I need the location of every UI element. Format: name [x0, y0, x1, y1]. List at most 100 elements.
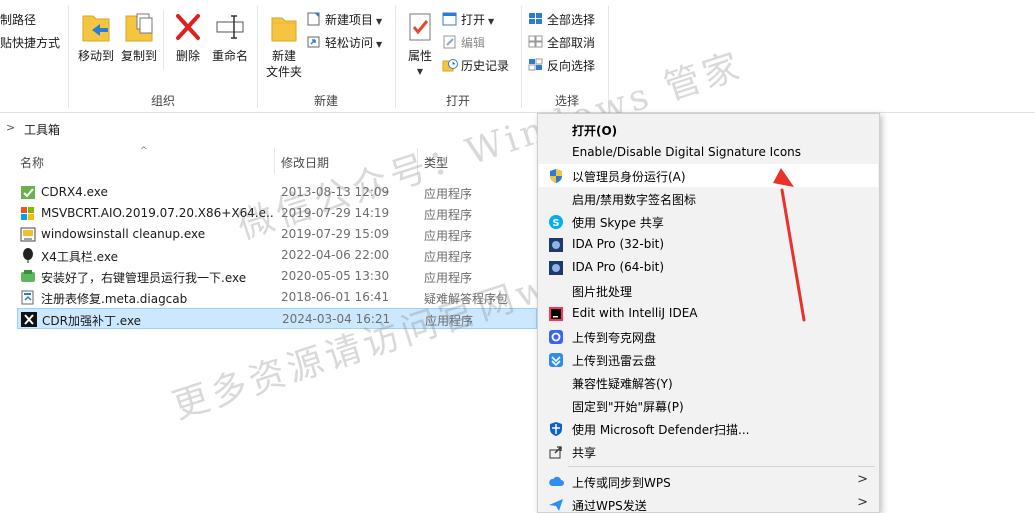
column-divider[interactable]	[274, 148, 275, 174]
menu-item-label: 通过WPS发送	[572, 499, 647, 513]
chevron-right-icon[interactable]: >	[6, 121, 15, 134]
table-row-selected[interactable]: CDR加强补丁.exe 2024-03-04 16:21 应用程序	[17, 308, 537, 329]
menu-item-label: 以管理员身份运行(A)	[572, 170, 686, 184]
file-date: 2013-08-13 12:09	[281, 185, 390, 199]
column-type[interactable]: 类型	[424, 154, 448, 171]
select-none-button[interactable]: 全部取消	[528, 33, 595, 53]
svg-text:S: S	[552, 218, 559, 229]
file-date: 2019-07-29 14:19	[281, 206, 390, 220]
select-none-icon	[528, 35, 544, 49]
menu-item-label: 固定到"开始"屏幕(P)	[572, 400, 684, 414]
menu-item-label: Enable/Disable Digital Signature Icons	[572, 145, 802, 159]
file-type: 应用程序	[424, 187, 473, 201]
file-type: 应用程序	[424, 229, 473, 243]
copy-to-button[interactable]: 复制到	[117, 10, 161, 64]
menu-item-wps-send[interactable]: 通过WPS发送 >	[539, 493, 878, 513]
menu-item-digital-signature-icons[interactable]: Enable/Disable Digital Signature Icons	[539, 141, 878, 164]
menu-item-xunlei[interactable]: 上传到迅雷云盘	[539, 348, 878, 371]
open-button[interactable]: 打开 ▼	[442, 10, 494, 30]
menu-item-label: 兼容性疑难解答(Y)	[572, 377, 673, 391]
menu-item-label: Edit with IntelliJ IDEA	[572, 306, 698, 320]
menu-item-ida-64[interactable]: IDA Pro (64-bit)	[539, 256, 878, 279]
shield-icon	[548, 168, 564, 184]
copy-path-button[interactable]: 制路径	[0, 10, 36, 30]
menu-item-wps-sync[interactable]: 上传或同步到WPS >	[539, 470, 878, 493]
rename-label: 重命名	[211, 49, 248, 63]
delete-x-icon	[172, 10, 204, 44]
skype-icon: S	[548, 214, 564, 230]
new-folder-icon	[268, 10, 300, 44]
menu-item-compat-troubleshoot[interactable]: 兼容性疑难解答(Y)	[539, 371, 878, 394]
menu-item-toggle-signature-icons[interactable]: 启用/禁用数字签名图标	[539, 187, 878, 210]
column-modified[interactable]: 修改日期	[281, 154, 329, 171]
menu-item-label: 打开(O)	[572, 124, 618, 138]
dropdown-caret-icon: ▼	[376, 40, 383, 49]
chevron-right-icon: >	[857, 495, 868, 510]
xunlei-icon	[548, 352, 564, 368]
wps-send-icon	[548, 497, 564, 513]
table-row[interactable]: 安装好了，右键管理员运行我一下.exe 2020-05-05 13:30 应用程…	[17, 266, 537, 287]
menu-item-quark[interactable]: 上传到夸克网盘	[539, 325, 878, 348]
file-date: 2020-05-05 13:30	[281, 269, 390, 283]
paste-shortcut-button[interactable]: 贴快捷方式	[0, 33, 60, 53]
copy-to-label: 复制到	[120, 49, 157, 63]
defender-icon	[548, 421, 564, 437]
table-row[interactable]: 注册表修复.meta.diagcab 2018-06-01 16:41 疑难解答…	[17, 287, 537, 308]
rename-button[interactable]: 重命名	[208, 10, 252, 64]
table-row[interactable]: X4工具栏.exe 2022-04-06 22:00 应用程序	[17, 245, 537, 266]
history-button[interactable]: 历史记录	[442, 56, 509, 76]
dropdown-caret-icon: ▼	[376, 17, 383, 26]
menu-item-image-batch[interactable]: 图片批处理	[539, 279, 878, 302]
new-folder-button[interactable]: 新建 文件夹	[262, 10, 306, 80]
menu-item-ida-32[interactable]: IDA Pro (32-bit)	[539, 233, 878, 256]
file-date: 2022-04-06 22:00	[281, 248, 390, 262]
diagcab-icon	[20, 290, 36, 305]
menu-item-open[interactable]: 打开(O)	[539, 118, 878, 141]
select-all-label: 全部选择	[547, 13, 596, 27]
menu-item-pin-start[interactable]: 固定到"开始"屏幕(P)	[539, 394, 878, 417]
ribbon-divider	[608, 6, 609, 108]
easy-access-icon	[306, 35, 322, 49]
column-divider[interactable]	[417, 148, 418, 174]
move-to-button[interactable]: 移动到	[74, 10, 118, 64]
properties-button[interactable]: 属性 ▼	[398, 10, 442, 80]
ribbon-group-new: 新建 文件夹 新建项目 ▼ 轻松访问 ▼ 新建	[258, 0, 394, 113]
menu-item-share[interactable]: 共享	[539, 440, 878, 463]
menu-item-defender-scan[interactable]: 使用 Microsoft Defender扫描...	[539, 417, 878, 440]
ribbon-group-open: 属性 ▼ 打开 ▼ 编辑 历史记录 打开	[396, 0, 520, 113]
windows-logo-icon	[20, 206, 36, 221]
file-type: 应用程序	[424, 208, 473, 222]
menu-item-intellij[interactable]: Edit with IntelliJ IDEA	[539, 302, 878, 325]
column-name[interactable]: 名称	[20, 154, 44, 171]
table-row[interactable]: CDRX4.exe 2013-08-13 12:09 应用程序	[17, 182, 537, 203]
menu-item-label: 使用 Microsoft Defender扫描...	[572, 423, 750, 437]
breadcrumb[interactable]: 工具箱	[24, 121, 60, 138]
rename-icon	[214, 10, 246, 44]
menu-item-label: 使用 Skype 共享	[572, 216, 664, 230]
new-folder-label: 新建 文件夹	[265, 49, 302, 79]
select-all-button[interactable]: 全部选择	[528, 10, 595, 30]
open-group-label: 打开	[445, 94, 470, 108]
ribbon-divider	[68, 6, 69, 108]
file-name: 安装好了，右键管理员运行我一下.exe	[41, 271, 247, 285]
invert-selection-button[interactable]: 反向选择	[528, 56, 595, 76]
table-row[interactable]: MSVBCRT.AIO.2019.07.20.X86+X64.e... 2019…	[17, 203, 537, 224]
properties-label: 属性	[407, 49, 432, 63]
easy-access-button[interactable]: 轻松访问 ▼	[306, 33, 382, 53]
edit-button[interactable]: 编辑	[442, 33, 485, 53]
select-group-label: 选择	[554, 94, 579, 108]
file-name: X4工具栏.exe	[41, 250, 118, 264]
menu-item-run-as-admin[interactable]: 以管理员身份运行(A)	[539, 164, 878, 187]
ida-icon	[548, 237, 564, 253]
menu-item-skype-share[interactable]: S 使用 Skype 共享	[539, 210, 878, 233]
file-name: CDRX4.exe	[41, 185, 108, 199]
wps-cloud-icon	[548, 474, 564, 490]
table-row[interactable]: windowsinstall cleanup.exe 2019-07-29 15…	[17, 224, 537, 245]
file-type: 应用程序	[424, 271, 473, 285]
ida-icon	[548, 260, 564, 276]
menu-item-label: 启用/禁用数字签名图标	[572, 193, 697, 207]
new-item-button[interactable]: 新建项目 ▼	[306, 10, 382, 30]
open-label: 打开	[461, 13, 486, 27]
delete-button[interactable]: 删除	[166, 10, 210, 64]
file-name: CDR加强补丁.exe	[42, 314, 142, 328]
